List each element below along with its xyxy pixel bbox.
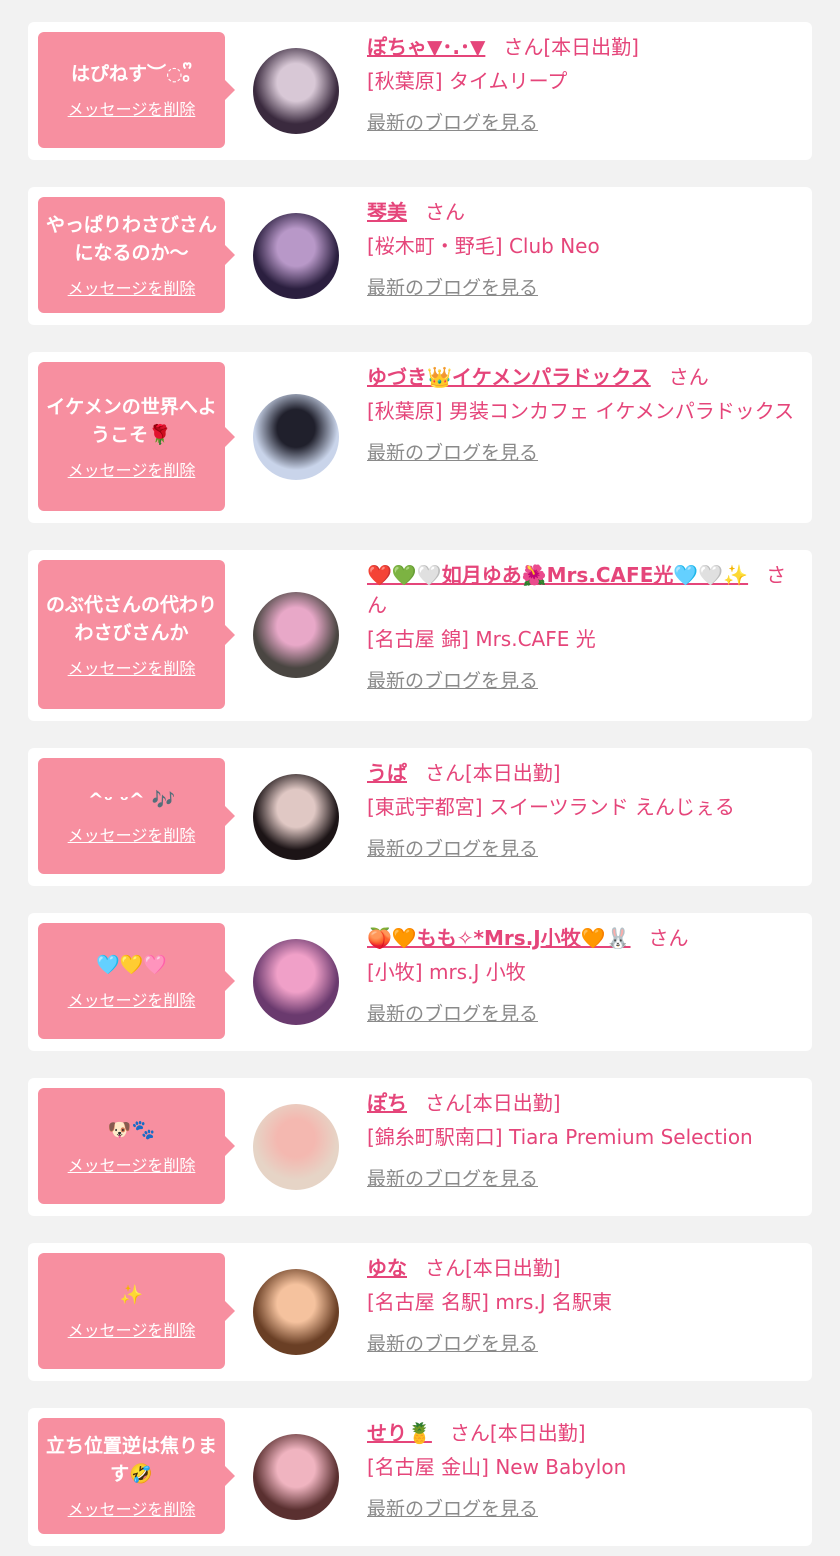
message-text: ✨ [119,1284,144,1306]
avatar[interactable] [253,1269,339,1355]
message-text: 🐶🐾 [107,1119,156,1141]
delete-message-link[interactable]: メッセージを削除 [68,457,196,481]
message-bubble: ✨ メッセージを削除 [38,1253,235,1369]
message-bubble: ^ᵕ ᵕ^ 🎶 メッセージを削除 [38,758,235,874]
message-text: 立ち位置逆は焦ります🤣 [46,1435,218,1485]
favorite-card: ✨ メッセージを削除 ゆな さん[本日出勤] [名古屋 名駅] mrs.J 名駅東… [28,1243,812,1381]
message-text: はぴねす︶◌｡ᩚ [70,63,193,85]
profile-info: ゆづき👑イケメンパラドックス さん [秋葉原] 男装コンカフェ イケメンパラドック… [367,362,800,465]
profile-info: ぽちゃ▼･.･▼ さん[本日出勤] [秋葉原] タイムリープ 最新のブログを見る [367,32,800,135]
profile-info: ❤️💚🤍如月ゆあ🌺Mrs.CAFE光🩵🤍✨ さん [名古屋 錦] Mrs.CAFE… [367,560,800,693]
cast-name-link[interactable]: ぽちゃ▼･.･▼ [367,35,485,59]
message-bubble: 🩵💛🩷 メッセージを削除 [38,923,235,1039]
shop-label: [名古屋 名駅] mrs.J 名駅東 [367,1290,613,1314]
delete-message-link[interactable]: メッセージを削除 [68,655,196,679]
profile-info: ゆな さん[本日出勤] [名古屋 名駅] mrs.J 名駅東 最新のブログを見る [367,1253,800,1356]
name-suffix: さん[本日出勤] [425,761,561,785]
message-text: のぶ代さんの代わりわさびさんか [46,593,218,644]
cast-name-link[interactable]: ゆな [367,1256,407,1280]
profile-info: 琴美 さん [桜木町・野毛] Club Neo 最新のブログを見る [367,197,800,300]
delete-message-link[interactable]: メッセージを削除 [68,987,196,1011]
latest-blog-link[interactable]: 最新のブログを見る [367,1164,538,1191]
favorite-card: やっぱりわさびさんになるのか〜 メッセージを削除 琴美 さん [桜木町・野毛] C… [28,187,812,325]
message-text: 🩵💛🩷 [96,954,167,976]
delete-message-link[interactable]: メッセージを削除 [68,822,196,846]
profile-info: せり🍍 さん[本日出勤] [名古屋 金山] New Babylon 最新のブログを… [367,1418,800,1521]
avatar[interactable] [253,592,339,678]
latest-blog-link[interactable]: 最新のブログを見る [367,273,538,300]
message-bubble: はぴねす︶◌｡ᩚ メッセージを削除 [38,32,235,148]
name-suffix: さん [668,365,709,389]
latest-blog-link[interactable]: 最新のブログを見る [367,1329,538,1356]
name-suffix: さん [648,926,689,950]
avatar[interactable] [253,774,339,860]
message-bubble: 立ち位置逆は焦ります🤣 メッセージを削除 [38,1418,235,1534]
cast-name-link[interactable]: せり🍍 [367,1421,432,1445]
name-suffix: さん[本日出勤] [449,1421,586,1445]
avatar[interactable] [253,1434,339,1520]
message-bubble: やっぱりわさびさんになるのか〜 メッセージを削除 [38,197,235,313]
shop-label: [小牧] mrs.J 小牧 [367,960,526,984]
name-suffix: さん [425,200,465,224]
message-text: イケメンの世界へようこそ🌹 [46,395,217,446]
shop-label: [秋葉原] タイムリープ [367,69,568,93]
delete-message-link[interactable]: メッセージを削除 [68,1496,196,1520]
shop-label: [名古屋 金山] New Babylon [367,1455,627,1479]
avatar[interactable] [253,1104,339,1190]
cast-name-link[interactable]: ゆづき👑イケメンパラドックス [367,365,651,389]
avatar[interactable] [253,939,339,1025]
latest-blog-link[interactable]: 最新のブログを見る [367,834,538,861]
favorite-card: のぶ代さんの代わりわさびさんか メッセージを削除 ❤️💚🤍如月ゆあ🌺Mrs.CA… [28,550,812,721]
shop-label: [桜木町・野毛] Club Neo [367,234,600,258]
message-bubble: イケメンの世界へようこそ🌹 メッセージを削除 [38,362,235,511]
profile-info: うぱ さん[本日出勤] [東武宇都宮] スイーツランド えんじぇる 最新のブログを… [367,758,800,861]
shop-label: [東武宇都宮] スイーツランド えんじぇる [367,795,735,819]
latest-blog-link[interactable]: 最新のブログを見る [367,108,538,135]
message-bubble: のぶ代さんの代わりわさびさんか メッセージを削除 [38,560,235,709]
message-text: ^ᵕ ᵕ^ 🎶 [87,789,176,811]
cast-name-link[interactable]: ❤️💚🤍如月ゆあ🌺Mrs.CAFE光🩵🤍✨ [367,563,748,587]
cast-name-link[interactable]: 琴美 [367,200,407,224]
name-suffix: さん[本日出勤] [503,35,639,59]
cast-name-link[interactable]: ぽち [367,1091,407,1115]
avatar[interactable] [253,394,339,480]
favorite-card: イケメンの世界へようこそ🌹 メッセージを削除 ゆづき👑イケメンパラドックス さん … [28,352,812,523]
favorite-card: はぴねす︶◌｡ᩚ メッセージを削除 ぽちゃ▼･.･▼ さん[本日出勤] [秋葉原]… [28,22,812,160]
shop-label: [名古屋 錦] Mrs.CAFE 光 [367,627,596,651]
name-suffix: さん[本日出勤] [425,1256,561,1280]
shop-label: [錦糸町駅南口] Tiara Premium Selection [367,1125,753,1149]
cast-name-link[interactable]: うぱ [367,761,407,785]
favorite-card: 🩵💛🩷 メッセージを削除 🍑🧡もも✧*Mrs.J小牧🧡🐰 さん [小牧] mrs.… [28,913,812,1051]
message-bubble: 🐶🐾 メッセージを削除 [38,1088,235,1204]
profile-info: ぽち さん[本日出勤] [錦糸町駅南口] Tiara Premium Select… [367,1088,800,1191]
latest-blog-link[interactable]: 最新のブログを見る [367,1494,538,1521]
delete-message-link[interactable]: メッセージを削除 [68,1152,196,1176]
favorite-card: 🐶🐾 メッセージを削除 ぽち さん[本日出勤] [錦糸町駅南口] Tiara Pr… [28,1078,812,1216]
message-text: やっぱりわさびさんになるのか〜 [46,214,218,264]
name-suffix: さん[本日出勤] [425,1091,561,1115]
avatar[interactable] [253,213,339,299]
cast-name-link[interactable]: 🍑🧡もも✧*Mrs.J小牧🧡🐰 [367,926,631,950]
delete-message-link[interactable]: メッセージを削除 [68,96,196,120]
favorite-card: 立ち位置逆は焦ります🤣 メッセージを削除 せり🍍 さん[本日出勤] [名古屋 金山… [28,1408,812,1546]
latest-blog-link[interactable]: 最新のブログを見る [367,666,538,693]
profile-info: 🍑🧡もも✧*Mrs.J小牧🧡🐰 さん [小牧] mrs.J 小牧 最新のブログを見… [367,923,800,1026]
latest-blog-link[interactable]: 最新のブログを見る [367,438,538,465]
delete-message-link[interactable]: メッセージを削除 [68,1317,196,1341]
shop-label: [秋葉原] 男装コンカフェ イケメンパラドックス [367,399,795,423]
favorite-card: ^ᵕ ᵕ^ 🎶 メッセージを削除 うぱ さん[本日出勤] [東武宇都宮] スイーツ… [28,748,812,886]
latest-blog-link[interactable]: 最新のブログを見る [367,999,538,1026]
avatar[interactable] [253,48,339,134]
delete-message-link[interactable]: メッセージを削除 [68,275,196,299]
